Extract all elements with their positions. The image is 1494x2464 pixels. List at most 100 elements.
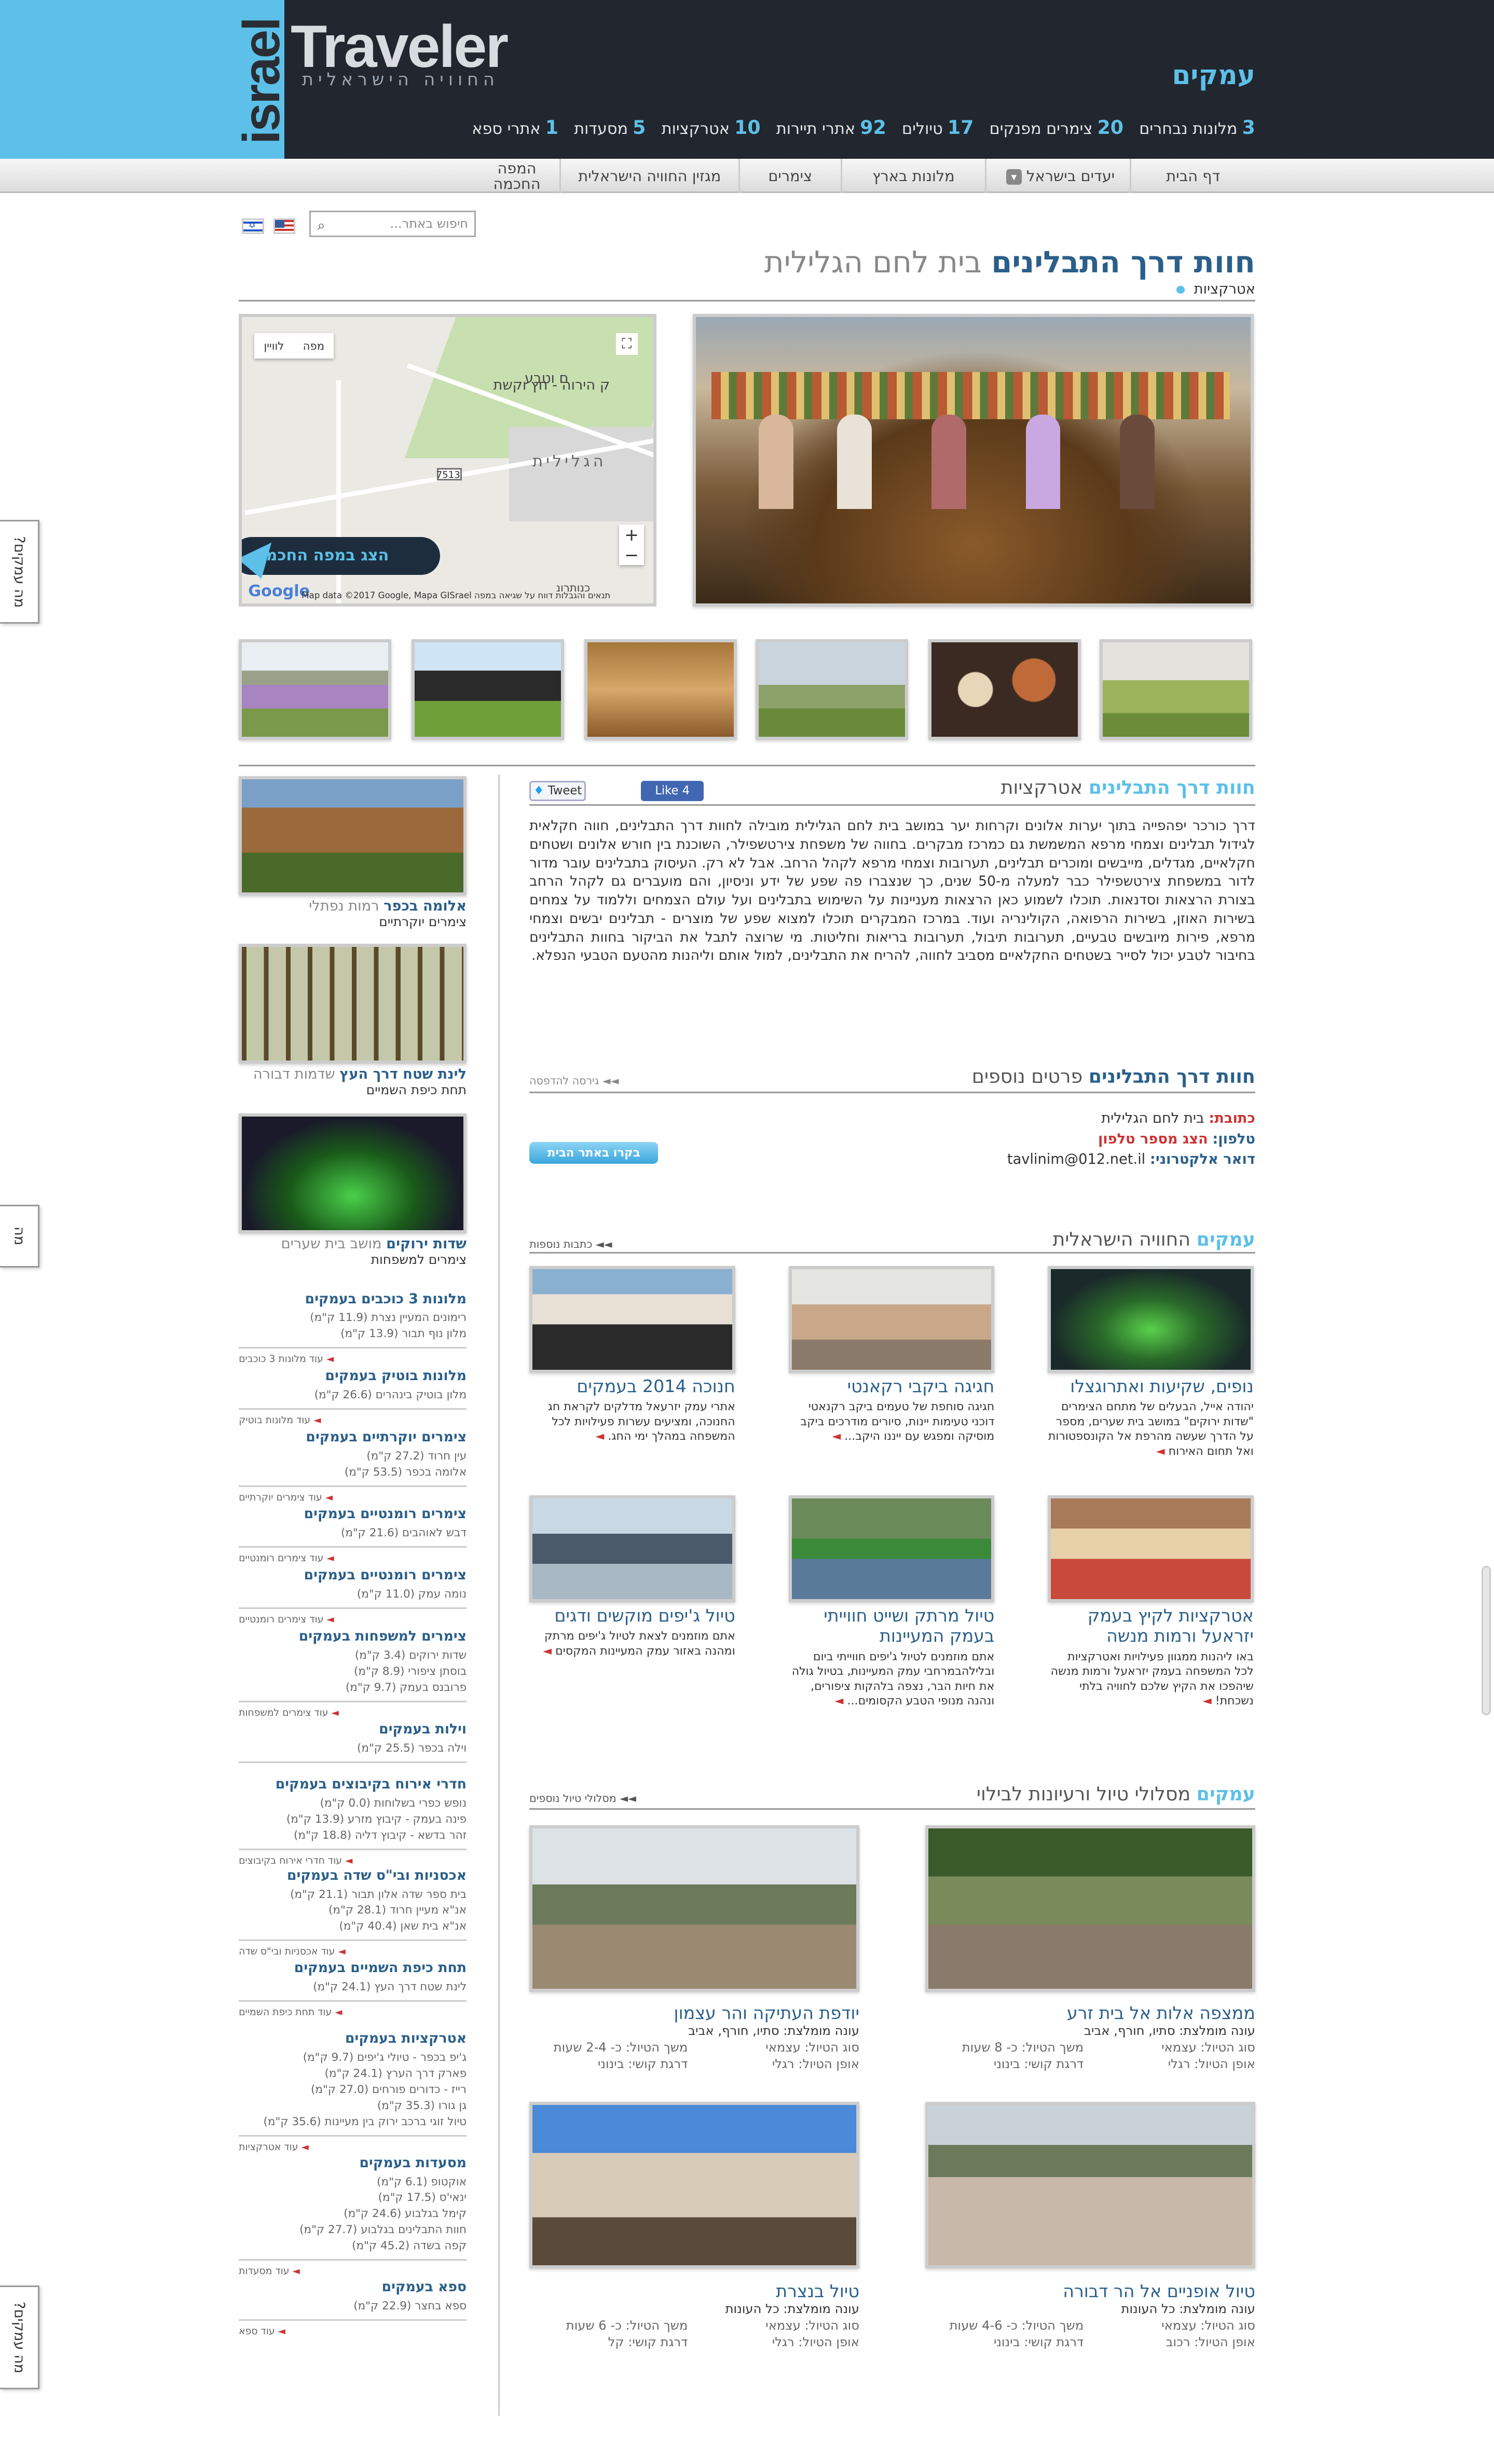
satellite-button[interactable]: לוויין <box>254 333 293 359</box>
zoom-in-button[interactable]: + <box>619 525 644 545</box>
category-item[interactable]: חוות התבלינים בגלבוע (27.7 ק"מ) <box>239 2222 467 2238</box>
route-image[interactable] <box>529 2101 859 2268</box>
breadcrumb[interactable]: אטרקציות <box>1176 281 1255 297</box>
article-card[interactable]: אטרקציות לקיץ בעמק יזראעל ורמות מנשה באו … <box>1048 1605 1254 1709</box>
more-link[interactable]: עוד מלונות 3 כוכבים <box>239 1347 467 1368</box>
more-link[interactable]: עוד חדרי אירוח בקיבוצים <box>239 1848 467 1869</box>
stat-restaurants[interactable]: 5מסעדות <box>574 116 646 139</box>
article-card[interactable]: נופים, שקיעות ואתרוגצלו יהודה אייל, הבעלי… <box>1048 1376 1254 1458</box>
category-title[interactable]: וילות בעמקים <box>239 1721 467 1738</box>
featured-item[interactable]: אלומה בכפר רמות נפתלי צימרים יוקרתיים <box>239 898 467 930</box>
more-link[interactable]: עוד תחת כיפת השמיים <box>239 2000 467 2021</box>
more-routes-link[interactable]: מסלולי טיול נוספים <box>529 1792 636 1805</box>
route-image[interactable] <box>925 2101 1255 2268</box>
nav-hotels[interactable]: מלונות בארץ <box>840 158 985 194</box>
nav-smart-map[interactable]: המפה החכמה <box>474 159 559 194</box>
article-image[interactable] <box>529 1266 735 1373</box>
category-title[interactable]: ספא בעמקים <box>239 2279 467 2295</box>
map-widget[interactable]: ם וטבע ק הירוה - חץ וקשת הגלילית כנותרונ… <box>239 314 657 607</box>
map-type-toggle[interactable]: מפה לוויין <box>254 333 334 359</box>
english-flag-icon[interactable] <box>273 218 296 235</box>
more-link[interactable]: עוד אטרקציות <box>239 2135 467 2156</box>
route-card[interactable]: טיול אופניים אל הר דבורה עונה מומלצת: כל … <box>925 2281 1255 2351</box>
category-item[interactable]: רימונים המעיין נצרת (11.9 ק"מ) <box>239 1310 467 1326</box>
featured-image[interactable] <box>239 1113 467 1233</box>
category-item[interactable]: מלון בוטיק בינהרים (26.6 ק"מ) <box>239 1387 467 1403</box>
category-item[interactable]: שדות ירוקים (3.4 ק"מ) <box>239 1648 467 1664</box>
gallery-thumb[interactable] <box>584 639 737 740</box>
category-item[interactable]: ג'יפ בכפר - טיולי ג'יפים (9.7 ק"מ) <box>239 2050 467 2066</box>
email-link[interactable]: tavlinim@012.net.il <box>1007 1151 1145 1167</box>
article-image[interactable] <box>529 1495 735 1602</box>
gallery-thumb[interactable] <box>928 639 1081 740</box>
dropdown-icon[interactable]: ▾ <box>1006 169 1022 185</box>
more-link[interactable]: עוד מסעדות <box>239 2259 467 2280</box>
route-image[interactable] <box>529 1825 859 1992</box>
category-item[interactable]: בוסתן ציפורי (8.9 ק"מ) <box>239 1664 467 1680</box>
category-item[interactable]: בית ספר שדה אלון תבור (21.1 ק"מ) <box>239 1887 467 1903</box>
stat-sites[interactable]: 92אתרי תיירות <box>776 116 886 139</box>
category-item[interactable]: אוקטופ (6.1 ק"מ) <box>239 2174 467 2191</box>
category-item[interactable]: מלון נוף תבור (13.9 ק"מ) <box>239 1326 467 1342</box>
category-item[interactable]: נופש כפרי בשלוחות (0.0 ק"מ) <box>239 1796 467 1812</box>
gallery-thumb[interactable] <box>1100 639 1252 740</box>
more-link[interactable]: עוד אכסניות ובי"ס שדה <box>239 1939 467 1960</box>
more-link[interactable]: עוד מלונות בוטיק <box>239 1408 467 1429</box>
route-card[interactable]: ממצפה אלות אל בית זרע עונה מומלצת: סתיו, … <box>925 2003 1255 2073</box>
gallery-thumb[interactable] <box>756 639 908 740</box>
route-image[interactable] <box>925 1825 1255 1992</box>
side-tab[interactable]: מה עמקים? <box>0 2285 39 2389</box>
category-title[interactable]: חדרי אירוח בקיבוצים בעמקים <box>239 1776 467 1793</box>
show-phone-link[interactable]: הצג מספר טלפון <box>1098 1131 1208 1147</box>
more-link[interactable]: עוד ספא <box>239 2319 467 2340</box>
more-link[interactable]: עוד צימרים למשפחות <box>239 1701 467 1722</box>
category-item[interactable]: גן גורו (35.3 ק"מ) <box>239 2098 467 2114</box>
category-item[interactable]: אנ"א בית שאן (40.4 ק"מ) <box>239 1919 467 1935</box>
more-link[interactable]: עוד צימרים רומנטיים <box>239 1607 467 1628</box>
category-item[interactable]: ספא בחצר (22.9 ק"מ) <box>239 2298 467 2315</box>
category-title[interactable]: מסעדות בעמקים <box>239 2155 467 2171</box>
category-item[interactable]: פרובנס בעמק (9.7 ק"מ) <box>239 1680 467 1696</box>
category-title[interactable]: מלונות בוטיק בעמקים <box>239 1368 467 1384</box>
category-item[interactable]: לינת שטח דרך העץ (24.1 ק"מ) <box>239 1979 467 1995</box>
stat-trips[interactable]: 17טיולים <box>902 116 974 139</box>
stat-attractions[interactable]: 10אטרקציות <box>662 116 761 139</box>
tweet-button[interactable]: Tweet <box>529 780 586 801</box>
side-tab[interactable]: מה עמקים? <box>0 1205 39 1268</box>
route-card[interactable]: יודפת העתיקה והר עצמון עונה מומלצת: סתיו,… <box>529 2003 859 2073</box>
visit-website-button[interactable]: בקרו באתר הבית <box>529 1141 659 1164</box>
article-image[interactable] <box>788 1266 995 1373</box>
featured-image[interactable] <box>239 776 467 896</box>
side-tab[interactable]: מה עמקים? <box>0 520 39 624</box>
category-item[interactable]: אלומה בכפר (53.5 ק"מ) <box>239 1465 467 1481</box>
category-item[interactable]: עין חרוד (27.2 ק"מ) <box>239 1449 467 1465</box>
nav-home[interactable]: דף הבית <box>1129 158 1255 194</box>
category-item[interactable]: דבש לאוהבים (21.6 ק"מ) <box>239 1525 467 1541</box>
article-image[interactable] <box>788 1495 995 1602</box>
category-title[interactable]: צימרים רומנטיים בעמקים <box>239 1506 467 1522</box>
more-articles-link[interactable]: כתבות נוספות <box>529 1238 612 1250</box>
map-button[interactable]: מפה <box>293 333 334 359</box>
article-image[interactable] <box>1048 1495 1254 1602</box>
featured-item[interactable]: שדות ירוקים מושב בית שערים צימרים למשפחו… <box>239 1236 467 1268</box>
gallery-thumb[interactable] <box>412 639 564 740</box>
search-icon[interactable]: ⌕ <box>312 211 331 237</box>
article-image[interactable] <box>1048 1266 1254 1373</box>
nav-destinations[interactable]: יעדים בישראל ▾ <box>985 158 1130 194</box>
hero-photo[interactable] <box>693 314 1254 607</box>
category-title[interactable]: צימרים רומנטיים בעמקים <box>239 1567 467 1584</box>
article-card[interactable]: חגיגה ביקבי רקאנטי חגיגה סוחפת של טעמים ב… <box>789 1376 994 1444</box>
category-item[interactable]: נומה עמק (11.0 ק"מ) <box>239 1587 467 1603</box>
article-card[interactable]: טיול מרתק ושייט חווייתי בעמק המעיינות אתם… <box>789 1605 995 1709</box>
scrollbar[interactable] <box>1481 1566 1491 1715</box>
stat-hotels[interactable]: 3מלונות נבחרים <box>1139 116 1255 139</box>
article-card[interactable]: טיול ג'יפים מוקשים ודגים אתם מוזמנים לצאת… <box>529 1605 735 1658</box>
category-item[interactable]: זהר בדשא - קיבוץ דליה (18.8 ק"מ) <box>239 1828 467 1844</box>
nav-magazine[interactable]: מגזין החוויה הישראלית <box>559 158 738 194</box>
stat-zimmers[interactable]: 20צימרים מפנקים <box>990 116 1123 139</box>
fullscreen-icon[interactable]: ⛶ <box>615 333 638 355</box>
category-item[interactable]: קימל בגלבוע (24.6 ק"מ) <box>239 2206 467 2222</box>
nav-zimmers[interactable]: צימרים <box>738 158 841 194</box>
search-input[interactable]: חיפוש באתר... <box>309 210 476 238</box>
print-version-link[interactable]: גירסה להדפסה <box>529 1075 619 1087</box>
